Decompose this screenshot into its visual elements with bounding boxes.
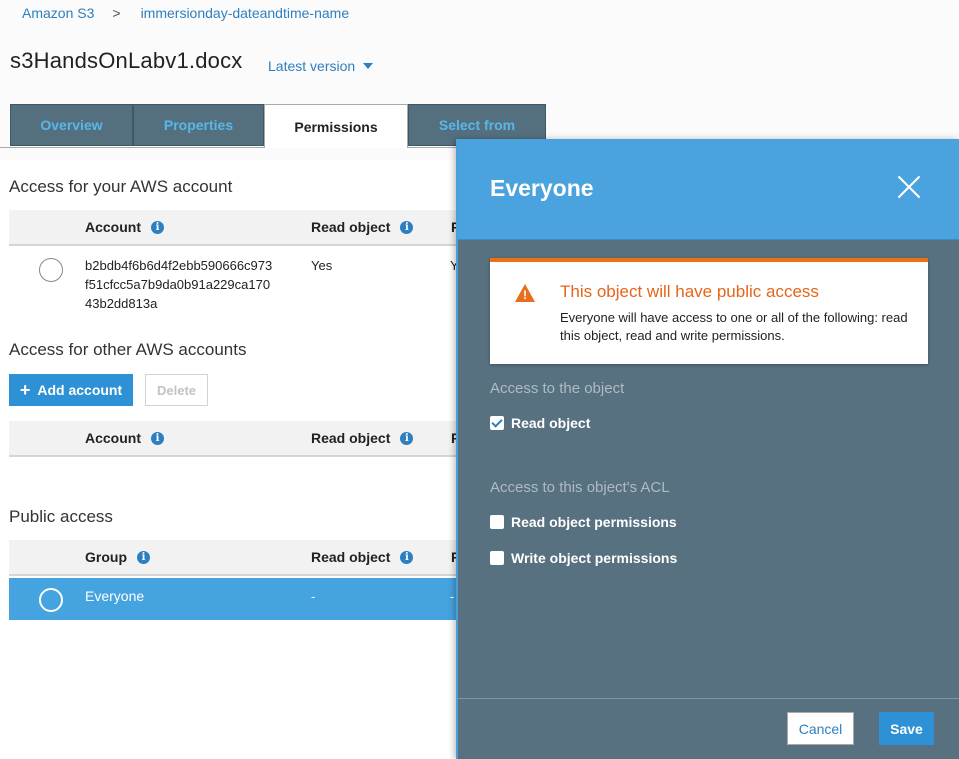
tab-permissions[interactable]: Permissions bbox=[264, 104, 408, 148]
column-read-object-label: Read object bbox=[311, 549, 391, 565]
everyone-row-radio[interactable] bbox=[39, 588, 63, 612]
public-access-title: Public access bbox=[9, 507, 113, 526]
tab-properties[interactable]: Properties bbox=[133, 104, 264, 146]
warning-body: Everyone will have access to one or all … bbox=[560, 310, 908, 343]
column-account-label: Account bbox=[85, 430, 141, 446]
column-read-object-label: Read object bbox=[311, 430, 391, 446]
other-accounts-title: Access for other AWS accounts bbox=[9, 340, 247, 359]
warning-icon-mark: ! bbox=[523, 288, 527, 302]
close-icon[interactable] bbox=[897, 175, 921, 199]
column-group-label: Group bbox=[85, 549, 127, 565]
info-icon[interactable]: i bbox=[151, 431, 164, 445]
column-account: Account i bbox=[85, 430, 164, 446]
column-read-object: Read object i bbox=[311, 549, 414, 565]
info-icon[interactable]: i bbox=[137, 550, 150, 564]
own-account-row-radio[interactable] bbox=[39, 258, 63, 282]
breadcrumb-bucket-link[interactable]: immersionday-dateandtime-name bbox=[141, 5, 350, 21]
write-permissions-checkbox-label: Write object permissions bbox=[511, 550, 678, 566]
public-access-warning: ! This object will have public access Ev… bbox=[490, 258, 928, 364]
column-account: Account i bbox=[85, 219, 164, 235]
public-access-row-everyone[interactable]: Everyone - - bbox=[9, 578, 459, 620]
page-title: s3HandsOnLabv1.docx bbox=[10, 48, 243, 73]
read-permissions-checkbox-label: Read object permissions bbox=[511, 514, 677, 530]
own-account-id: b2bdb4f6b6d4f2ebb590666c973 f51cfcc5a7b9… bbox=[85, 256, 272, 313]
save-button[interactable]: Save bbox=[879, 712, 934, 745]
warning-title: This object will have public access bbox=[560, 282, 819, 301]
object-access-heading: Access to the object bbox=[490, 380, 625, 397]
own-account-read-object-value: Yes bbox=[311, 258, 333, 273]
account-id-line: f51cfcc5a7b9da0b91a229ca170 bbox=[85, 277, 271, 292]
read-object-checkbox-row[interactable]: Read object bbox=[490, 415, 590, 431]
version-label: Latest version bbox=[268, 58, 356, 74]
cancel-button[interactable]: Cancel bbox=[787, 712, 854, 745]
own-account-title: Access for your AWS account bbox=[9, 177, 233, 196]
panel-header: Everyone bbox=[458, 139, 959, 240]
version-dropdown[interactable]: Latest version bbox=[268, 58, 374, 74]
everyone-read-object-value: - bbox=[311, 589, 316, 604]
account-id-line: b2bdb4f6b6d4f2ebb590666c973 bbox=[85, 258, 273, 273]
breadcrumb-root-link[interactable]: Amazon S3 bbox=[22, 5, 94, 21]
breadcrumb-separator: > bbox=[112, 5, 121, 21]
info-icon[interactable]: i bbox=[151, 220, 164, 234]
everyone-permissions-panel: Everyone ! This object will have public … bbox=[456, 139, 959, 759]
read-object-checkbox-label: Read object bbox=[511, 415, 591, 431]
column-group: Group i bbox=[85, 549, 150, 565]
other-accounts-table-header: Account i Read object i R bbox=[9, 421, 461, 457]
read-permissions-checkbox-row[interactable]: Read object permissions bbox=[490, 514, 677, 530]
add-account-label: Add account bbox=[37, 382, 123, 398]
write-permissions-checkbox[interactable] bbox=[490, 551, 504, 565]
breadcrumb: Amazon S3 > immersionday-dateandtime-nam… bbox=[22, 5, 349, 21]
add-account-button[interactable]: + Add account bbox=[9, 374, 133, 406]
write-permissions-checkbox-row[interactable]: Write object permissions bbox=[490, 550, 677, 566]
read-permissions-checkbox[interactable] bbox=[490, 515, 504, 529]
info-icon[interactable]: i bbox=[400, 431, 414, 445]
panel-footer-divider bbox=[458, 698, 959, 699]
delete-button[interactable]: Delete bbox=[145, 374, 208, 406]
chevron-down-icon bbox=[363, 63, 374, 69]
info-icon[interactable]: i bbox=[400, 220, 414, 234]
account-id-line: 43b2dd813a bbox=[85, 296, 158, 311]
column-account-label: Account bbox=[85, 219, 141, 235]
read-object-checkbox[interactable] bbox=[490, 416, 504, 430]
own-account-table-header: Account i Read object i R bbox=[9, 210, 461, 246]
plus-icon: + bbox=[19, 380, 31, 400]
everyone-next-value: - bbox=[450, 589, 455, 604]
acl-access-heading: Access to this object's ACL bbox=[490, 479, 670, 496]
column-read-object-label: Read object bbox=[311, 219, 391, 235]
tab-overview[interactable]: Overview bbox=[10, 104, 133, 146]
column-read-object: Read object i bbox=[311, 430, 414, 446]
column-read-object: Read object i bbox=[311, 219, 414, 235]
public-access-table-header: Group i Read object i R bbox=[9, 540, 461, 576]
info-icon[interactable]: i bbox=[400, 550, 414, 564]
everyone-group-name: Everyone bbox=[85, 588, 145, 604]
panel-title: Everyone bbox=[490, 175, 594, 201]
